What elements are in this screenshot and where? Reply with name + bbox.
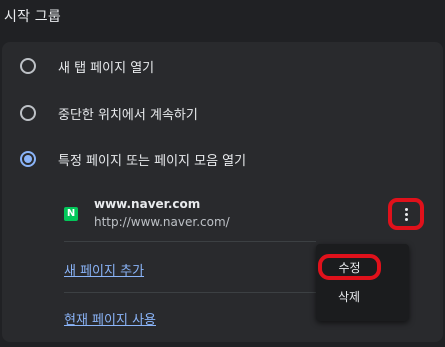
section-title: 시작 그룹 [4,9,61,25]
context-menu: 수정 삭제 [316,244,409,321]
more-vert-icon [404,207,408,221]
radio-option-continue[interactable]: 중단한 위치에서 계속하기 [20,101,198,125]
more-actions-button[interactable] [388,198,424,230]
naver-favicon-icon: N [64,207,78,221]
startup-page-entry: N www.naver.com http://www.naver.com/ [64,197,434,238]
site-url: http://www.naver.com/ [94,215,230,229]
radio-button-selected[interactable] [20,151,36,167]
menu-item-edit[interactable]: 수정 [318,254,381,280]
radio-button[interactable] [20,58,36,74]
site-name: www.naver.com [94,197,201,211]
divider [64,241,316,242]
radio-option-specific-pages[interactable]: 특정 페이지 또는 페이지 모음 열기 [20,147,246,171]
add-new-page-link[interactable]: 새 페이지 추가 [64,260,144,279]
settings-page: 시작 그룹 새 탭 페이지 열기 중단한 위치에서 계속하기 특정 페이지 또는… [0,0,445,347]
radio-label: 새 탭 페이지 열기 [58,60,155,76]
menu-item-delete[interactable]: 삭제 [334,283,364,309]
radio-label: 특정 페이지 또는 페이지 모음 열기 [58,153,247,169]
divider [64,292,316,293]
radio-button[interactable] [20,105,36,121]
radio-label: 중단한 위치에서 계속하기 [58,107,198,123]
radio-option-new-tab[interactable]: 새 탭 페이지 열기 [20,54,154,78]
use-current-pages-link[interactable]: 현재 페이지 사용 [64,309,156,328]
